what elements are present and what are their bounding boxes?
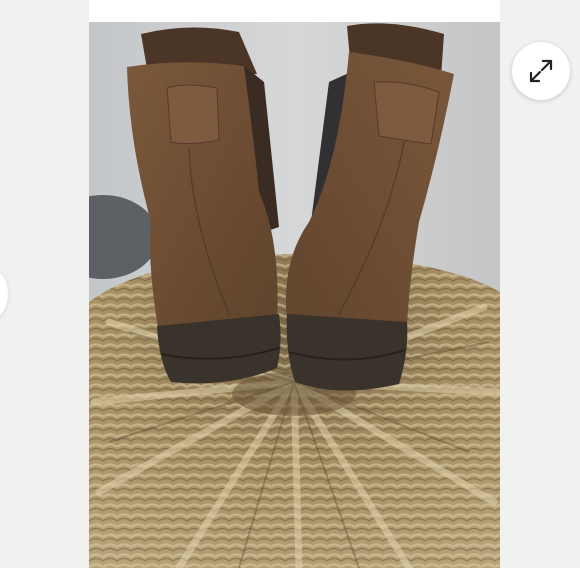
previous-image-panel[interactable]: [0, 0, 89, 580]
image-gallery: [0, 0, 580, 580]
product-photo[interactable]: [89, 22, 500, 568]
gallery-footer: [0, 568, 580, 580]
product-photo-art: [89, 22, 500, 568]
expand-arrows-icon: [529, 59, 553, 83]
expand-image-button[interactable]: [512, 42, 570, 100]
